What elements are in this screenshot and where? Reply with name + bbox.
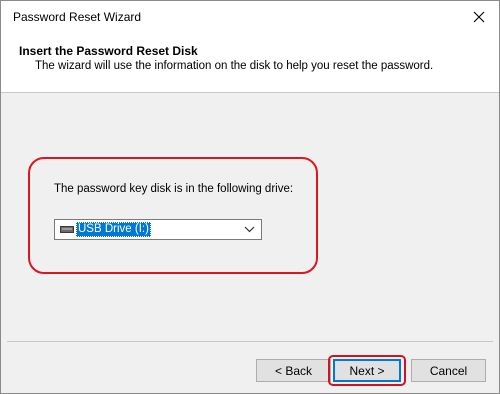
footer-divider	[7, 341, 493, 342]
back-button[interactable]: < Back	[256, 359, 331, 382]
next-button[interactable]: Next >	[333, 359, 401, 382]
window-title: Password Reset Wizard	[13, 10, 142, 24]
wizard-header: Insert the Password Reset Disk The wizar…	[1, 32, 499, 93]
close-button[interactable]	[459, 1, 499, 32]
title-bar: Password Reset Wizard	[1, 1, 499, 32]
header-title: Insert the Password Reset Disk	[19, 44, 198, 58]
chevron-down-icon	[244, 226, 255, 233]
header-subtitle: The wizard will use the information on t…	[35, 60, 434, 72]
drive-label: The password key disk is in the followin…	[54, 183, 294, 195]
close-icon	[473, 11, 485, 22]
drive-select-value: USB Drive (I:)	[76, 222, 151, 237]
password-reset-wizard-window: Password Reset Wizard Insert the Passwor…	[0, 0, 500, 394]
cancel-button[interactable]: Cancel	[411, 359, 486, 382]
usb-drive-icon	[60, 226, 74, 233]
drive-select[interactable]: USB Drive (I:)	[54, 219, 262, 240]
wizard-content: The password key disk is in the followin…	[1, 93, 499, 341]
